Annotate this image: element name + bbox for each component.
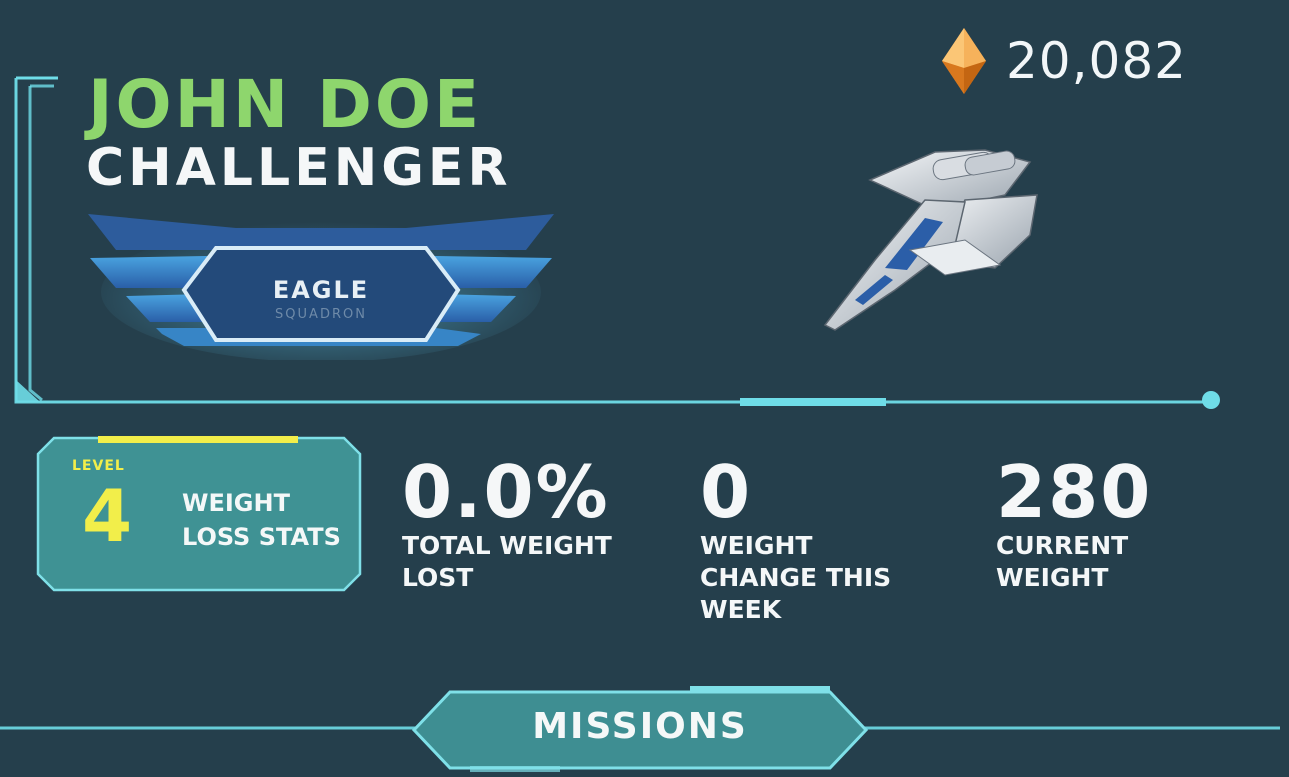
squadron-name: EAGLE (272, 276, 370, 304)
stat-current-weight: 280 CURRENT WEIGHT (996, 452, 1216, 594)
missions-label: MISSIONS (532, 706, 748, 747)
squadron-badge: EAGLE SQUADRON (86, 210, 556, 362)
stat-label: TOTAL WEIGHT LOST (402, 531, 612, 592)
frame-end-dot (1202, 391, 1220, 409)
weight-loss-stats-title: WEIGHT LOSS STATS (182, 489, 341, 551)
level-panel: LEVEL 4 WEIGHT LOSS STATS (36, 436, 362, 592)
stat-label: CURRENT WEIGHT (996, 531, 1129, 592)
orange-gem-icon (942, 28, 986, 94)
player-rank: CHALLENGER (86, 138, 512, 198)
stat-label: WEIGHT CHANGE THIS WEEK (700, 531, 892, 624)
stat-weight-change-week: 0 WEIGHT CHANGE THIS WEEK (700, 452, 920, 626)
stat-value: 0.0% (402, 450, 610, 534)
player-name: JOHN DOE (88, 66, 483, 143)
stat-total-weight-lost: 0.0% TOTAL WEIGHT LOST (402, 452, 662, 594)
currency-amount: 20,082 (1006, 32, 1187, 90)
level-value: 4 (82, 474, 133, 558)
stat-value: 0 (700, 450, 753, 534)
level-label: LEVEL (72, 458, 125, 474)
missions-button[interactable]: MISSIONS (410, 686, 870, 774)
currency-display: 20,082 (940, 28, 1187, 94)
spaceship-icon (815, 140, 1050, 335)
stat-value: 280 (996, 450, 1153, 534)
squadron-subtitle: SQUADRON (275, 307, 367, 322)
